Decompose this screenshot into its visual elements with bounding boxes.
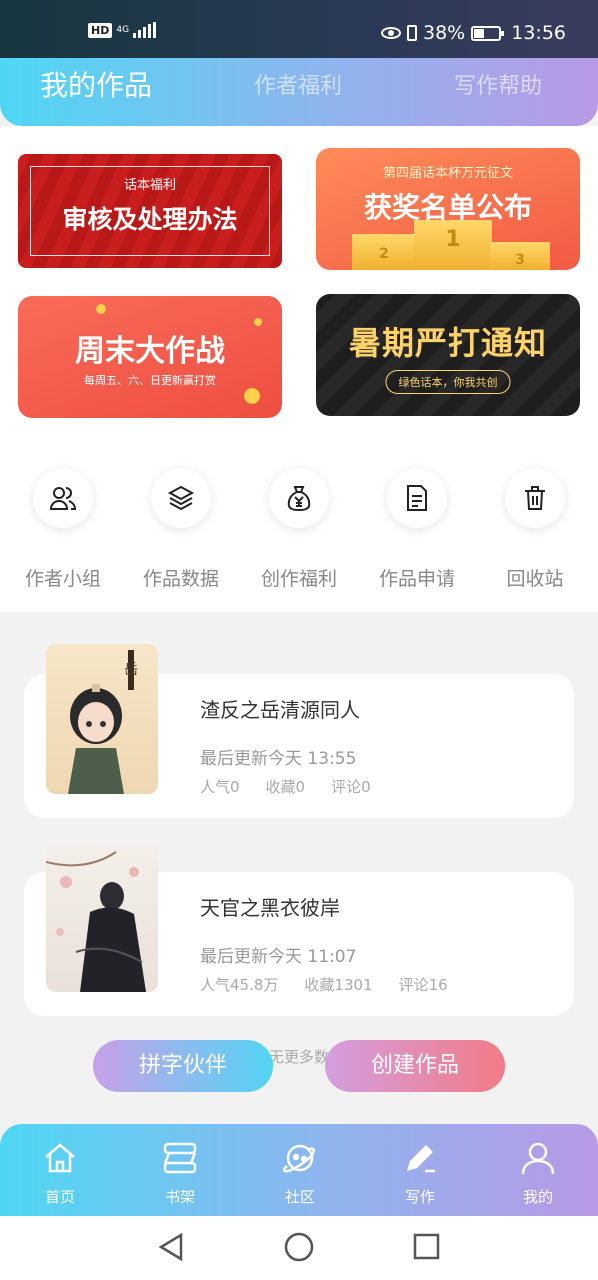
system-nav-bar: [0, 1216, 598, 1280]
create-work-button[interactable]: 创建作品: [325, 1040, 505, 1092]
clock: 13:56: [511, 22, 566, 44]
vibrate-icon: [407, 25, 417, 41]
home-icon: [10, 1138, 110, 1178]
nav-label: 我的: [522, 1188, 553, 1206]
battery-percent: 38%: [423, 22, 466, 44]
profile-icon: [488, 1138, 588, 1178]
shortcut-work-data[interactable]: 作品数据: [122, 468, 240, 591]
svg-text:岳: 岳: [124, 662, 138, 678]
home-circle-icon[interactable]: [284, 1232, 314, 1262]
status-bar: HD 4G 38% 13:56: [0, 0, 598, 58]
banner-title: 暑期严打通知: [348, 324, 547, 362]
nav-label: 书架: [164, 1188, 195, 1206]
nav-home[interactable]: 首页: [10, 1138, 110, 1207]
users-icon: [33, 468, 93, 528]
banner-review-rules[interactable]: 话本福利 审核及处理办法: [18, 154, 282, 268]
favorites-count: 收藏1301: [304, 976, 373, 994]
shortcut-label: 作品申请: [378, 568, 455, 590]
podium-third: 3: [490, 242, 550, 270]
banner-weekend-event[interactable]: 周末大作战 每周五、六、日更新赢打赏: [18, 296, 282, 418]
nav-profile[interactable]: 我的: [488, 1138, 588, 1207]
favorites-count: 收藏0: [265, 778, 306, 796]
content-panel: 话本福利 审核及处理办法 第四届话本杯万元征文 获奖名单公布 2 1 3 周末大…: [0, 126, 598, 612]
trash-icon: [505, 468, 565, 528]
banner-subtitle: 话本福利: [123, 178, 176, 193]
money-bag-icon: [269, 468, 329, 528]
shortcut-work-application[interactable]: 作品申请: [358, 468, 476, 591]
work-card[interactable]: 岳 渣反之岳清源同人 最后更新今天 13:55 人气0 收藏0 评论0: [24, 644, 574, 818]
shortcut-author-group[interactable]: 作者小组: [4, 468, 122, 591]
work-cover-image[interactable]: 岳: [46, 644, 158, 794]
list-footer-text: 暂无更多数据: [253, 1048, 344, 1066]
network-type: 4G: [116, 24, 130, 35]
battery-icon: [471, 25, 505, 41]
popularity-count: 人气0: [200, 778, 240, 796]
banner-title: 周末大作战: [75, 334, 225, 369]
banner-summer-notice[interactable]: 暑期严打通知 绿色话本，你我共创: [316, 294, 580, 416]
shortcut-label: 回收站: [506, 568, 564, 590]
shortcut-creation-benefits[interactable]: 创作福利: [240, 468, 358, 591]
tab-writing-help[interactable]: 写作帮助: [454, 68, 542, 100]
coin-decoration: [244, 388, 260, 404]
shortcut-recycle-bin[interactable]: 回收站: [476, 468, 594, 591]
nav-community[interactable]: 社区: [250, 1138, 350, 1207]
popularity-count: 人气45.8万: [200, 976, 279, 994]
recents-icon[interactable]: [413, 1233, 440, 1260]
podium-first: 1: [414, 220, 492, 270]
banner-subtitle: 第四届话本杯万元征文: [382, 166, 513, 181]
work-card[interactable]: 天官之黑衣彼岸 最后更新今天 11:07 人气45.8万 收藏1301 评论16: [24, 842, 574, 1016]
nav-label: 写作: [404, 1188, 435, 1206]
banner-title: 审核及处理办法: [62, 205, 238, 234]
comments-count: 评论16: [398, 976, 448, 994]
work-cover-image[interactable]: [46, 842, 158, 992]
work-stats: 人气0 收藏0 评论0: [200, 776, 371, 797]
shortcut-label: 作品数据: [142, 568, 219, 590]
nav-label: 社区: [284, 1188, 315, 1206]
coin-decoration: [254, 318, 262, 326]
shortcut-label: 作者小组: [24, 568, 101, 590]
coin-decoration: [96, 304, 106, 314]
work-updated-time: 最后更新今天 13:55: [200, 749, 357, 769]
back-icon[interactable]: [158, 1232, 183, 1262]
header-tabs: 我的作品 作者福利 写作帮助: [0, 58, 598, 118]
partner-button[interactable]: 拼字伙伴: [93, 1040, 273, 1092]
eye-icon: [381, 27, 401, 39]
pen-icon: [370, 1138, 470, 1178]
tab-author-benefits[interactable]: 作者福利: [254, 68, 342, 100]
banner-subtitle: 绿色话本，你我共创: [385, 370, 511, 394]
work-title: 天官之黑衣彼岸: [200, 896, 340, 920]
work-updated-time: 最后更新今天 11:07: [200, 947, 357, 967]
shortcut-label: 创作福利: [260, 568, 337, 590]
work-stats: 人气45.8万 收藏1301 评论16: [200, 974, 448, 995]
nav-write[interactable]: 写作: [370, 1138, 470, 1207]
nav-label: 首页: [44, 1188, 75, 1206]
planet-icon: [250, 1138, 350, 1178]
hd-badge: HD: [88, 22, 113, 38]
bookshelf-icon: [130, 1138, 230, 1178]
banner-subtitle: 每周五、六、日更新赢打赏: [84, 374, 216, 387]
tab-my-works[interactable]: 我的作品: [40, 64, 152, 104]
comments-count: 评论0: [331, 778, 371, 796]
layers-icon: [151, 468, 211, 528]
signal-icon: [133, 22, 157, 38]
podium-second: 2: [352, 234, 416, 270]
work-title: 渣反之岳清源同人: [200, 698, 360, 722]
bottom-nav: 首页 书架 社区 写作 我的: [0, 1124, 598, 1216]
document-icon: [387, 468, 447, 528]
banner-award-list[interactable]: 第四届话本杯万元征文 获奖名单公布 2 1 3: [316, 148, 580, 270]
nav-bookshelf[interactable]: 书架: [130, 1138, 230, 1207]
